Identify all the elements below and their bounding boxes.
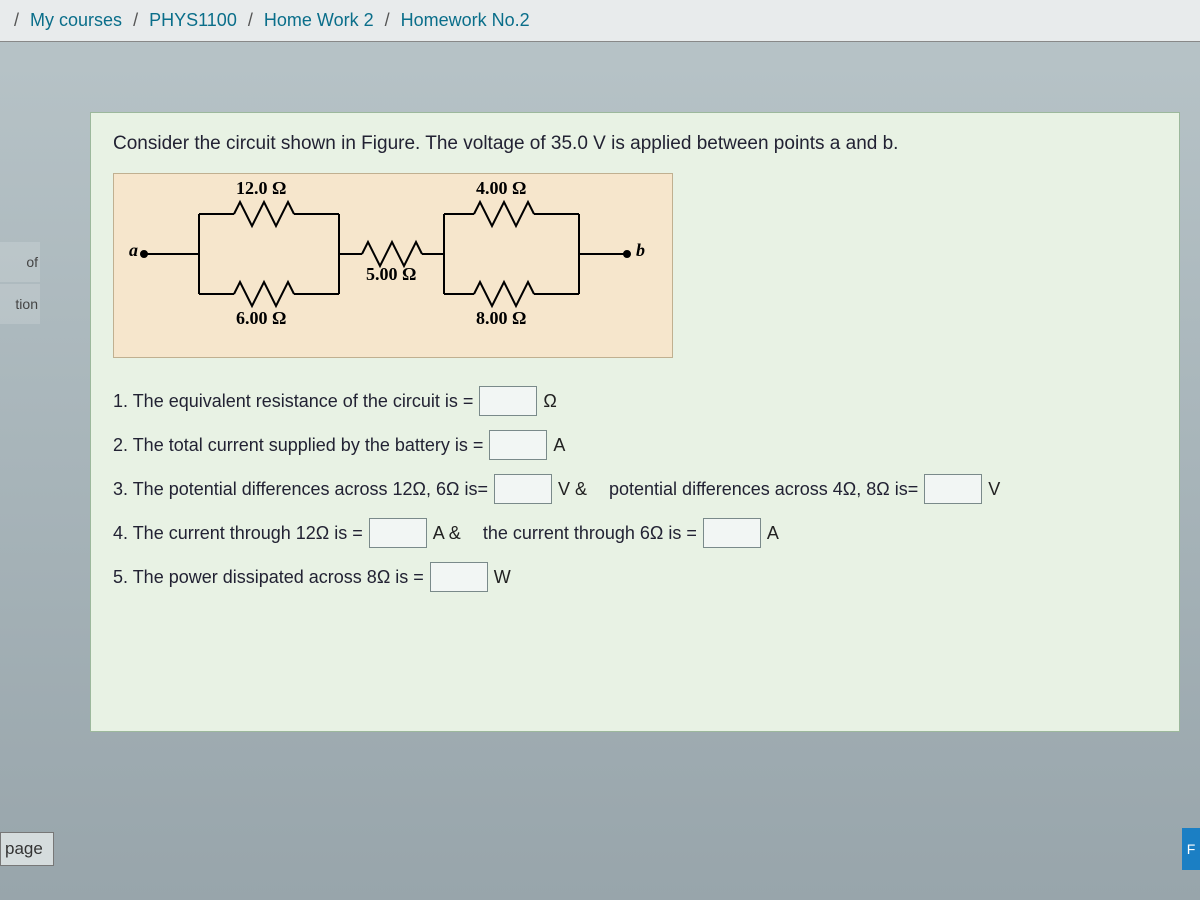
question-2: 2. The total current supplied by the bat… bbox=[113, 430, 1157, 460]
q4-unit-b: A bbox=[767, 523, 779, 544]
question-5: 5. The power dissipated across 8Ω is = W bbox=[113, 562, 1157, 592]
node-b-label: b bbox=[636, 240, 645, 261]
breadcrumb-my-courses[interactable]: My courses bbox=[30, 10, 122, 30]
sidebar-of: of bbox=[0, 242, 40, 282]
q3-text-a: 3. The potential differences across 12Ω,… bbox=[113, 479, 488, 500]
node-a-label: a bbox=[129, 240, 138, 261]
q4-text-a: 4. The current through 12Ω is = bbox=[113, 523, 363, 544]
question-3: 3. The potential differences across 12Ω,… bbox=[113, 474, 1157, 504]
q4-unit-a: A & bbox=[433, 523, 461, 544]
q3-unit-a: V & bbox=[558, 479, 587, 500]
sidebar-tion: tion bbox=[0, 284, 40, 324]
resistor-label-r4: 6.00 Ω bbox=[236, 308, 286, 329]
resistor-label-r1: 12.0 Ω bbox=[236, 178, 286, 199]
breadcrumb: / My courses / PHYS1100 / Home Work 2 / … bbox=[0, 0, 1200, 42]
q1-unit: Ω bbox=[543, 391, 556, 412]
question-4: 4. The current through 12Ω is = A & the … bbox=[113, 518, 1157, 548]
q4-text-b: the current through 6Ω is = bbox=[483, 523, 697, 544]
breadcrumb-item[interactable]: Homework No.2 bbox=[401, 10, 530, 30]
question-1: 1. The equivalent resistance of the circ… bbox=[113, 386, 1157, 416]
question-panel: Consider the circuit shown in Figure. Th… bbox=[90, 112, 1180, 732]
q1-input[interactable] bbox=[479, 386, 537, 416]
breadcrumb-sep: / bbox=[248, 10, 253, 30]
question-prompt: Consider the circuit shown in Figure. Th… bbox=[113, 133, 1157, 155]
q4-input-a[interactable] bbox=[369, 518, 427, 548]
sidebar-fragment: of tion bbox=[0, 242, 40, 326]
q3-input-a[interactable] bbox=[494, 474, 552, 504]
q3-text-b: potential differences across 4Ω, 8Ω is= bbox=[609, 479, 918, 500]
breadcrumb-section[interactable]: Home Work 2 bbox=[264, 10, 374, 30]
q3-unit-b: V bbox=[988, 479, 1000, 500]
circuit-diagram: 12.0 Ω 4.00 Ω 5.00 Ω 6.00 Ω 8.00 Ω a b bbox=[113, 173, 673, 358]
resistor-label-r2: 4.00 Ω bbox=[476, 178, 526, 199]
q2-input[interactable] bbox=[489, 430, 547, 460]
resistor-label-r5: 8.00 Ω bbox=[476, 308, 526, 329]
q2-text: 2. The total current supplied by the bat… bbox=[113, 435, 483, 456]
breadcrumb-sep: / bbox=[14, 10, 19, 30]
q5-input[interactable] bbox=[430, 562, 488, 592]
q2-unit: A bbox=[553, 435, 565, 456]
q1-text: 1. The equivalent resistance of the circ… bbox=[113, 391, 473, 412]
q3-input-b[interactable] bbox=[924, 474, 982, 504]
breadcrumb-sep: / bbox=[133, 10, 138, 30]
q4-input-b[interactable] bbox=[703, 518, 761, 548]
side-tab-button[interactable]: F bbox=[1182, 828, 1200, 870]
breadcrumb-course[interactable]: PHYS1100 bbox=[149, 10, 237, 30]
resistor-label-r3: 5.00 Ω bbox=[366, 264, 416, 285]
breadcrumb-sep: / bbox=[385, 10, 390, 30]
q5-text: 5. The power dissipated across 8Ω is = bbox=[113, 567, 424, 588]
q5-unit: W bbox=[494, 567, 511, 588]
page-button[interactable]: page bbox=[0, 832, 54, 866]
